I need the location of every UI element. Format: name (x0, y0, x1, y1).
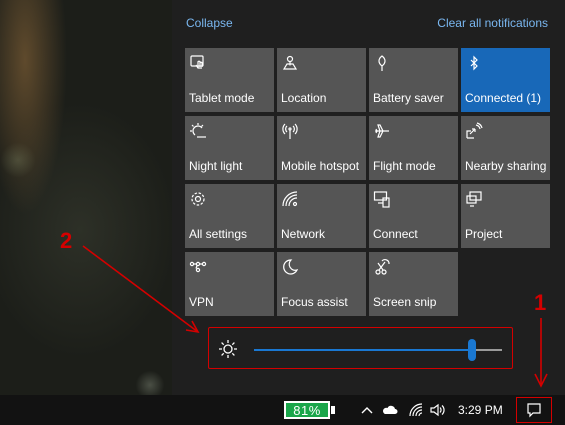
tile-label: All settings (189, 227, 248, 241)
tile-connect[interactable]: Connect (369, 184, 458, 248)
clear-all-notifications-link[interactable]: Clear all notifications (437, 16, 548, 30)
location-icon (281, 54, 299, 72)
tile-nearby-sharing[interactable]: Nearby sharing (461, 116, 550, 180)
nearby-sharing-icon (465, 122, 483, 140)
tile-label: VPN (189, 295, 214, 309)
tile-label: Network (281, 227, 326, 241)
quick-actions-grid: Tablet mode Location Battery saver Conne… (185, 48, 550, 316)
onedrive-cloud-icon[interactable] (382, 402, 398, 418)
tile-label: Focus assist (281, 295, 348, 309)
tile-night-light[interactable]: Night light (185, 116, 274, 180)
tile-bluetooth[interactable]: Connected (1) (461, 48, 550, 112)
tile-tablet-mode[interactable]: Tablet mode (185, 48, 274, 112)
tile-vpn[interactable]: VPN (185, 252, 274, 316)
battery-tip (331, 406, 335, 414)
tablet-mode-icon (189, 54, 207, 72)
mobile-hotspot-icon (281, 122, 299, 140)
tile-label: Nearby sharing (465, 159, 547, 173)
tile-battery-saver[interactable]: Battery saver (369, 48, 458, 112)
tile-network[interactable]: Network (277, 184, 366, 248)
taskbar: 81% 3:29 PM (0, 395, 565, 425)
tile-label: Night light (189, 159, 243, 173)
volume-icon[interactable] (429, 402, 445, 418)
wifi-icon[interactable] (408, 402, 424, 418)
tile-label: Location (281, 91, 327, 105)
brightness-slider-box (208, 327, 513, 369)
vpn-icon (189, 258, 207, 276)
battery-indicator[interactable]: 81% (284, 401, 330, 419)
brightness-slider-fill (254, 349, 473, 351)
action-center-panel: Collapse Clear all notifications Tablet … (172, 0, 565, 395)
desktop-wallpaper (0, 0, 172, 395)
tile-label: Connect (373, 227, 418, 241)
annotation-label-1: 1 (534, 290, 547, 315)
chevron-up-icon[interactable] (359, 402, 375, 418)
tile-label: Tablet mode (189, 91, 255, 105)
taskbar-clock[interactable]: 3:29 PM (458, 403, 503, 417)
tile-mobile-hotspot[interactable]: Mobile hotspot (277, 116, 366, 180)
battery-saver-icon (373, 54, 391, 72)
annotation-label-2: 2 (60, 228, 73, 253)
tile-flight-mode[interactable]: Flight mode (369, 116, 458, 180)
tile-screen-snip[interactable]: Screen snip (369, 252, 458, 316)
network-icon (281, 190, 299, 208)
tile-label: Connected (1) (465, 91, 542, 105)
battery-percent: 81% (293, 402, 321, 418)
gear-icon (189, 190, 207, 208)
tile-project[interactable]: Project (461, 184, 550, 248)
project-icon (465, 190, 483, 208)
brightness-slider-thumb[interactable] (468, 339, 477, 361)
tile-label: Project (465, 227, 503, 241)
screen-snip-icon (373, 258, 391, 276)
action-center-icon (527, 403, 541, 418)
tile-all-settings[interactable]: All settings (185, 184, 274, 248)
tile-focus-assist[interactable]: Focus assist (277, 252, 366, 316)
connect-icon (373, 190, 391, 208)
tile-label: Flight mode (373, 159, 436, 173)
tile-location[interactable]: Location (277, 48, 366, 112)
tile-label: Mobile hotspot (281, 159, 360, 173)
brightness-slider-track[interactable] (254, 339, 502, 361)
action-center-button[interactable] (516, 397, 552, 423)
bluetooth-icon (465, 54, 483, 72)
moon-icon (281, 258, 299, 276)
brightness-sun-icon (218, 339, 238, 359)
airplane-icon (373, 122, 391, 140)
tile-label: Battery saver (373, 91, 444, 105)
collapse-link[interactable]: Collapse (186, 16, 233, 30)
night-light-icon (189, 122, 207, 140)
tile-label: Screen snip (373, 295, 437, 309)
